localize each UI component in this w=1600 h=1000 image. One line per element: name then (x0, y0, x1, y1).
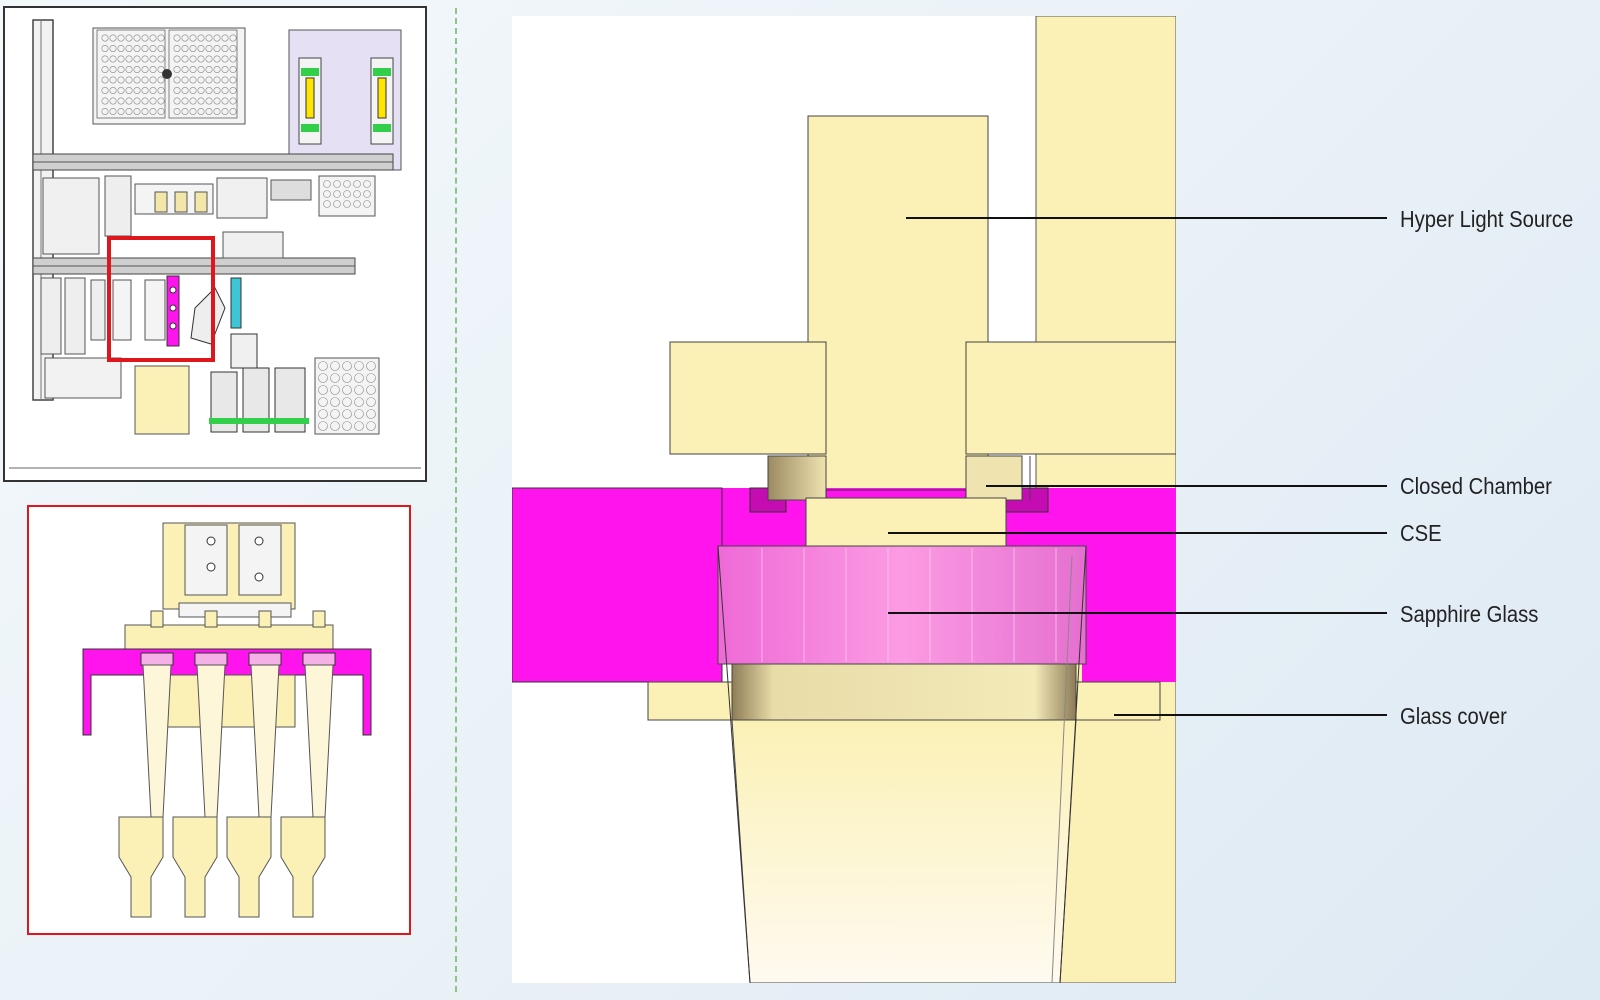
label-sapphire-glass: Sapphire Glass (1400, 601, 1539, 627)
label-hyper-light-source: Hyper Light Source (1400, 206, 1574, 232)
label-cse: CSE (1400, 520, 1442, 546)
label-glass-cover: Glass cover (1400, 703, 1507, 729)
label-closed-chamber: Closed Chamber (1400, 473, 1552, 499)
callout-lines (888, 217, 1387, 716)
